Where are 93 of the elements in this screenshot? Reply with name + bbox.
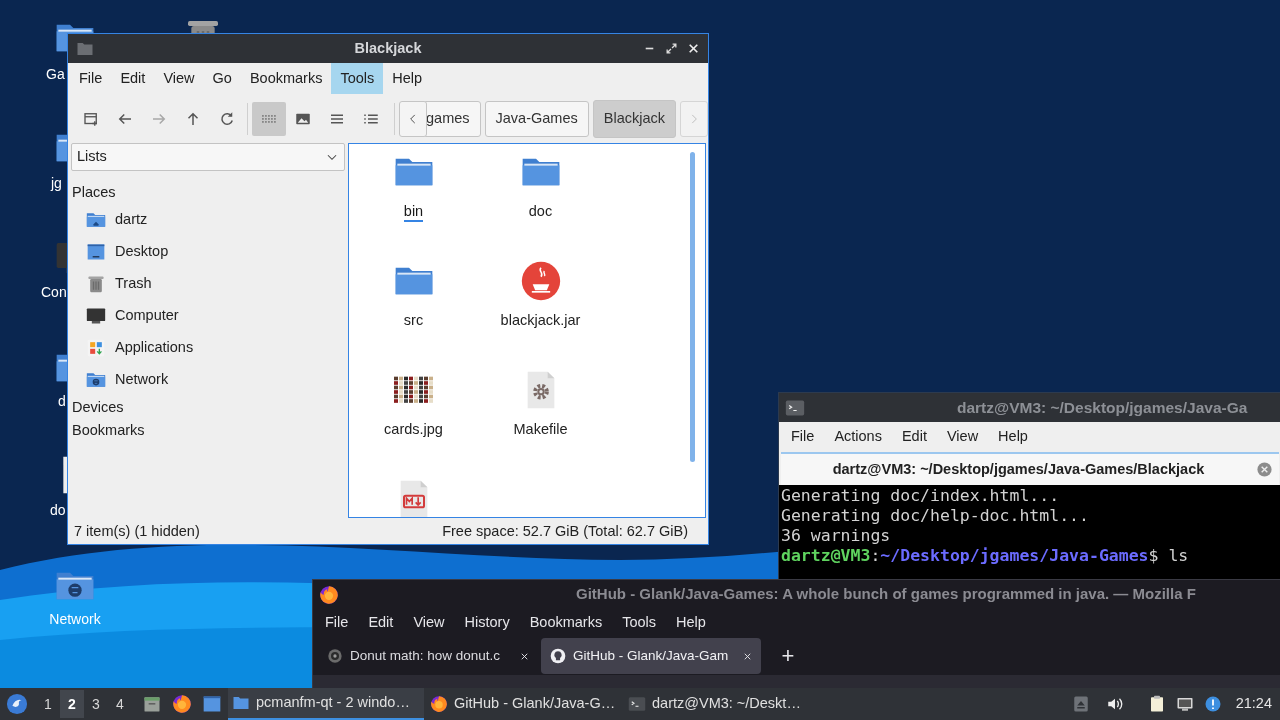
menu-item[interactable]: Bookmarks: [240, 63, 332, 94]
terminal-line: 36 warnings: [781, 526, 892, 546]
network-folder-icon: [86, 370, 106, 390]
sidebar-item[interactable]: Computer: [115, 305, 179, 327]
window-title: Blackjack: [353, 38, 423, 58]
breadcrumb[interactable]: games: [423, 100, 481, 137]
menu-item[interactable]: Edit: [358, 612, 404, 634]
task-title: pcmanfm-qt - 2 windo…: [256, 693, 410, 713]
donut-icon: [327, 648, 343, 664]
file-name[interactable]: Makefile: [513, 420, 568, 440]
monitor-icon: [86, 306, 106, 326]
terminal-tab[interactable]: dartz@VM3: ~/Desktop/jgames/Java-Games/Blackjack: [781, 452, 1279, 485]
menu-item[interactable]: File: [315, 612, 359, 634]
desktop-icon-label[interactable]: jg: [51, 175, 62, 191]
sidebar-section-header[interactable]: Devices: [70, 396, 346, 419]
desktop-icon-label[interactable]: Con: [41, 284, 67, 300]
menu-item[interactable]: Help: [988, 425, 1038, 448]
sidebar-section-header[interactable]: Bookmarks: [70, 419, 346, 442]
menu-item[interactable]: Actions: [824, 425, 892, 448]
menu-item[interactable]: Edit: [111, 63, 155, 94]
terminal-icon: [628, 695, 646, 713]
file-name[interactable]: bin: [403, 202, 424, 222]
status-text: Free space: 52.7 GiB (Total: 62.7 GiB): [442, 522, 688, 542]
menu-item[interactable]: Go: [203, 63, 241, 94]
coffee-cup-icon: [520, 261, 561, 301]
github-logo-icon: [550, 648, 566, 664]
menu-item[interactable]: Help: [383, 63, 432, 94]
file-name[interactable]: blackjack.jar: [500, 311, 581, 331]
firefox-icon[interactable]: [172, 694, 192, 714]
maximize-icon[interactable]: [665, 42, 678, 55]
dropdown-value: Lists: [77, 147, 108, 167]
trash-icon: [86, 274, 106, 294]
folder-icon: [232, 694, 250, 712]
desktop-icon-label[interactable]: d: [58, 393, 66, 409]
workspace-button[interactable]: 3: [84, 690, 108, 718]
firefox-icon: [430, 695, 448, 713]
status-text: 7 item(s) (1 hidden): [74, 522, 200, 542]
workspace-button[interactable]: 4: [108, 690, 132, 718]
file-name[interactable]: src: [403, 311, 424, 331]
tab-title: Donut math: how donut.c: [350, 646, 502, 665]
firefox-icon: [319, 584, 339, 605]
desktop-icon-label[interactable]: Ga: [46, 66, 65, 82]
file-cabinet-icon[interactable]: [142, 694, 162, 714]
menu-item[interactable]: View: [936, 425, 989, 448]
clock[interactable]: 21:24: [1235, 693, 1272, 715]
task-title: dartz@VM3: ~/Deskt…: [652, 694, 801, 714]
taskbar-button[interactable]: GitHub - Glank/Java-G…: [426, 688, 622, 720]
menu-item[interactable]: Tools: [331, 63, 384, 94]
menu-item[interactable]: File: [70, 63, 112, 94]
new-tab-button[interactable]: +: [774, 642, 802, 670]
sidebar-item[interactable]: dartz: [115, 209, 148, 231]
notification-icon[interactable]: [1203, 695, 1222, 713]
browser-tab[interactable]: Donut math: how donut.c: [318, 638, 538, 674]
menu-item[interactable]: Tools: [612, 612, 667, 634]
menu-item[interactable]: Edit: [891, 425, 937, 448]
scrollbar-thumb[interactable]: [690, 152, 695, 462]
window-title: dartz@VM3: ~/Desktop/jgames/Java-Ga: [957, 397, 1248, 418]
start-menu-icon: [6, 693, 28, 715]
browser-tab[interactable]: GitHub - Glank/Java-Gam: [541, 638, 761, 674]
terminal-line: Generating doc/help-doc.html...: [781, 506, 1090, 526]
menu-item[interactable]: History: [454, 612, 520, 634]
sidebar-item[interactable]: Network: [115, 369, 169, 391]
file-name[interactable]: doc: [528, 202, 553, 222]
menu-item[interactable]: Bookmarks: [519, 612, 613, 634]
desktop-icon-label[interactable]: do: [50, 502, 66, 518]
dropdown[interactable]: Lists: [71, 143, 345, 171]
taskbar-button[interactable]: pcmanfm-qt - 2 windo…: [228, 688, 424, 720]
task-title: GitHub - Glank/Java-G…: [454, 694, 616, 714]
home-folder-icon: [86, 210, 106, 230]
terminal-line: Generating doc/index.html...: [781, 486, 1061, 506]
tab-title: dartz@VM3: ~/Desktop/jgames/Java-Games/Blackjack: [831, 459, 1206, 479]
menu-item[interactable]: Help: [666, 612, 716, 634]
eject-icon[interactable]: [1071, 695, 1090, 713]
window-title: GitHub - Glank/Java-Games: A whole bunch of games programmed in java. — Mozilla F: [576, 584, 1196, 605]
sidebar-item[interactable]: Desktop: [115, 241, 169, 263]
taskbar-button[interactable]: dartz@VM3: ~/Deskt…: [624, 688, 820, 720]
tab-title: GitHub - Glank/Java-Gam: [573, 646, 730, 665]
sidebar-item[interactable]: Trash: [115, 273, 152, 295]
menu-item[interactable]: View: [154, 63, 204, 94]
breadcrumb[interactable]: Blackjack: [592, 99, 676, 138]
network-monitor-icon[interactable]: [1175, 695, 1194, 713]
menu-item[interactable]: View: [403, 612, 455, 634]
sidebar-item[interactable]: Applications: [115, 337, 194, 359]
workspace-button[interactable]: 1: [36, 690, 60, 718]
prompt-line: dartz@VM3:~/Desktop/jgames/Java-Games$ ls: [781, 546, 1190, 566]
close-icon: [1256, 461, 1273, 478]
file-name[interactable]: cards.jpg: [384, 420, 443, 440]
menu-item[interactable]: File: [781, 425, 825, 448]
desktop-icon[interactable]: [202, 694, 222, 714]
workspace-button[interactable]: 2: [60, 690, 84, 718]
close-icon[interactable]: [687, 42, 700, 55]
sidebar-section-header[interactable]: Places: [70, 181, 346, 204]
breadcrumb[interactable]: Java-Games: [484, 100, 589, 137]
